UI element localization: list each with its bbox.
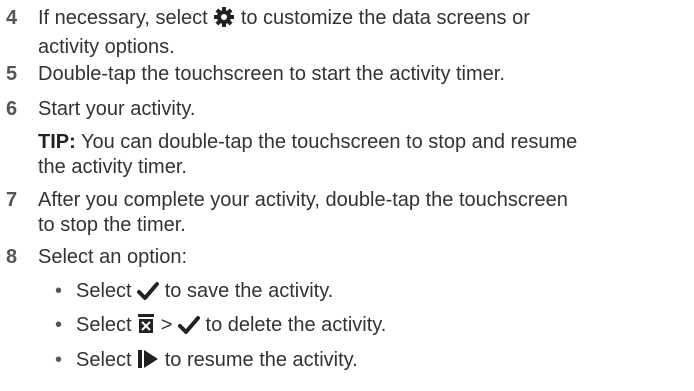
tip-text: You can double-tap the touchscreen to st… (75, 131, 578, 153)
step-number: 4 (6, 7, 18, 29)
gear-icon (213, 6, 235, 35)
discard-icon (137, 313, 155, 342)
checkmark-icon (177, 315, 200, 342)
step-number: 7 (6, 189, 18, 211)
tip-label: TIP: (38, 131, 76, 153)
step-text: After you complete your activity, double… (38, 189, 568, 236)
step-number: 6 (6, 98, 18, 120)
step-text: Select an option: (38, 246, 187, 268)
bullet: • (55, 314, 63, 336)
play-icon (137, 348, 159, 377)
step-text: Double-tap the touchscreen to start the … (38, 63, 505, 85)
step-number: 5 (6, 63, 18, 85)
tip-text-cont: the activity timer. (38, 156, 187, 178)
bullet: • (55, 349, 63, 371)
bullet: • (55, 280, 63, 302)
step-number: 8 (6, 246, 18, 268)
checkmark-icon (137, 281, 160, 308)
step-text: If necessary, select to customize the da… (38, 6, 530, 58)
step-text: Start your activity. (38, 98, 196, 120)
